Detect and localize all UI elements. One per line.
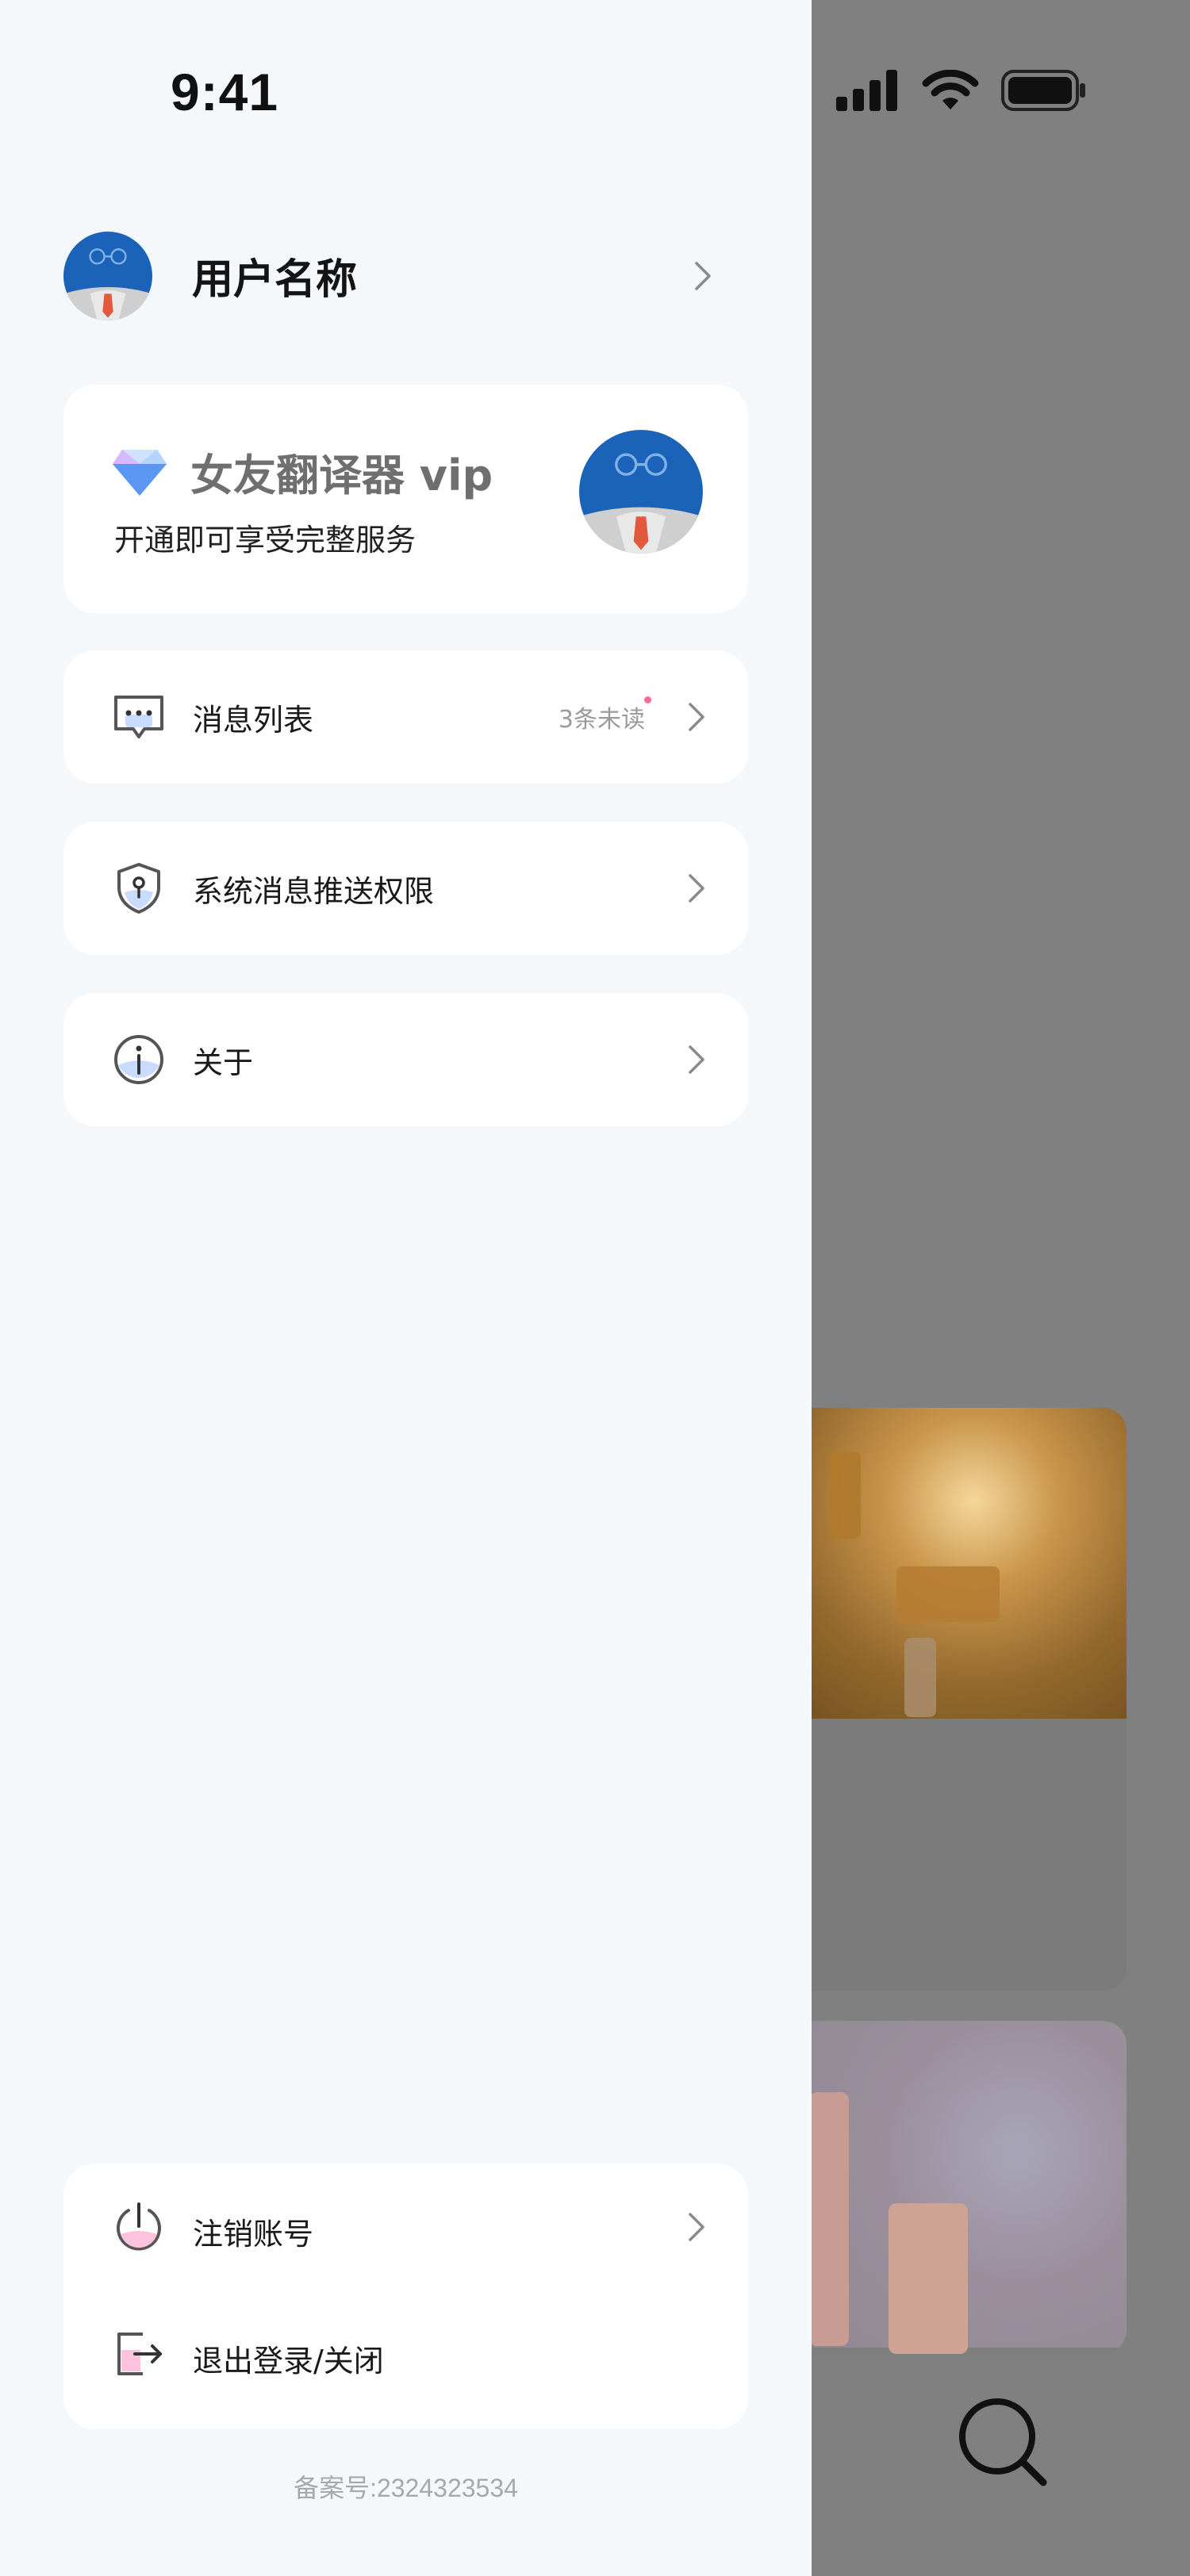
menu-item-about[interactable]: 关于	[63, 993, 748, 1126]
message-icon	[114, 696, 163, 738]
menu-label: 消息列表	[193, 702, 314, 738]
menu-item-delete-account[interactable]: 注销账号	[63, 2164, 748, 2290]
info-icon	[114, 1035, 163, 1084]
menu-label: 关于	[193, 1045, 254, 1080]
mascot-icon	[579, 430, 703, 554]
vip-mascot-image	[579, 430, 703, 554]
status-indicators	[836, 70, 1087, 111]
cellular-signal-icon	[836, 70, 897, 111]
chevron-right-icon	[689, 2213, 704, 2241]
diamond-icon	[113, 449, 167, 496]
unread-dot	[644, 696, 651, 703]
menu-item-push-permission[interactable]: 系统消息推送权限	[63, 822, 748, 955]
chevron-right-icon	[689, 1045, 704, 1074]
side-drawer: 9:41 用户名称 女友翻译器 vip 开通即可享受完整服务 消息列表 3条未读…	[0, 0, 812, 2576]
shield-icon	[117, 863, 160, 914]
avatar-mascot-icon	[63, 231, 152, 320]
menu-label: 注销账号	[193, 2217, 314, 2252]
logout-icon	[117, 2333, 162, 2375]
wifi-icon	[922, 70, 979, 109]
power-icon	[117, 2202, 161, 2251]
product-image	[762, 1408, 1127, 1719]
background-product-card	[762, 1408, 1127, 1991]
search-icon[interactable]	[956, 2395, 1051, 2490]
unread-badge: 3条未读	[558, 706, 645, 734]
chevron-right-icon[interactable]	[692, 260, 714, 292]
menu-label: 系统消息推送权限	[193, 873, 435, 909]
vip-subtitle: 开通即可享受完整服务	[114, 523, 416, 558]
background-product-card	[762, 2021, 1127, 2354]
menu-item-logout[interactable]: 退出登录/关闭	[63, 2290, 748, 2417]
menu-item-messages[interactable]: 消息列表 3条未读	[63, 650, 748, 784]
user-avatar[interactable]	[63, 231, 152, 320]
vip-title: 女友翻译器 vip	[190, 450, 493, 500]
account-actions-card: 注销账号 退出登录/关闭	[63, 2164, 748, 2429]
battery-icon	[1001, 70, 1085, 111]
status-time: 9:41	[171, 63, 279, 121]
vip-card[interactable]: 女友翻译器 vip 开通即可享受完整服务	[63, 385, 748, 613]
user-profile-row[interactable]: 用户名称	[63, 230, 714, 321]
record-number: 备案号:2324323534	[294, 2474, 518, 2502]
chevron-right-icon	[689, 874, 704, 903]
chevron-right-icon	[689, 703, 704, 731]
user-name[interactable]: 用户名称	[192, 246, 357, 305]
menu-label: 退出登录/关闭	[193, 2344, 384, 2379]
